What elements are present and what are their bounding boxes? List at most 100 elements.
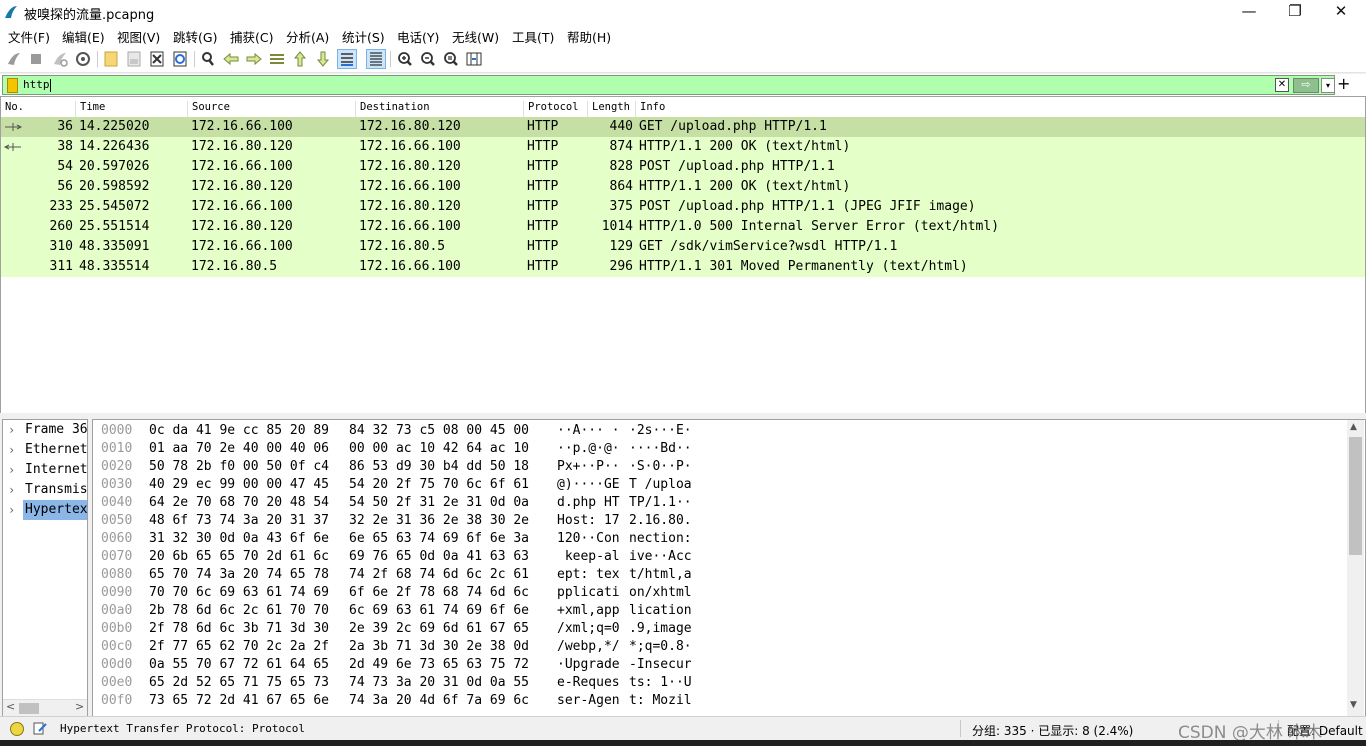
packet-row[interactable]: 56 20.598592 172.16.80.120 172.16.66.100 HTT… (1, 177, 1365, 197)
scroll-right-icon[interactable]: > (75, 700, 84, 713)
hex-row[interactable]: 0080 65 70 74 3a 20 74 65 78 74 2f 68 74 6… (93, 566, 1343, 584)
cell-info: GET /sdk/vimService?wsdl HTTP/1.1 (639, 239, 898, 254)
hex-row[interactable]: 00b0 2f 78 6d 6c 3b 71 3d 30 2e 39 2c 69 6… (93, 620, 1343, 638)
restart-capture-icon[interactable] (51, 50, 69, 68)
hex-row[interactable]: 0010 01 aa 70 2e 40 00 40 06 00 00 ac 10 4… (93, 440, 1343, 458)
close-file-icon[interactable] (148, 50, 166, 68)
menu-help[interactable]: 帮助(H) (567, 27, 611, 46)
zoom-normal-icon[interactable] (442, 50, 460, 68)
hex-row[interactable]: 00d0 0a 55 70 67 72 61 64 65 2d 49 6e 73 6… (93, 656, 1343, 674)
packet-row[interactable]: 260 25.551514 172.16.80.120 172.16.66.100 HT… (1, 217, 1365, 237)
tree-item-internet[interactable]: › Internet (3, 460, 87, 480)
packet-list[interactable]: No. Time Source Destination Protocol Len… (0, 96, 1366, 414)
hex-row[interactable]: 0070 20 6b 65 65 70 2d 61 6c 69 76 65 0d 0… (93, 548, 1343, 566)
column-destination[interactable]: Destination (355, 101, 430, 117)
column-protocol[interactable]: Protocol (523, 101, 579, 117)
expand-arrow-icon[interactable]: › (8, 480, 15, 500)
save-file-icon[interactable] (125, 50, 143, 68)
packet-bytes-pane[interactable]: 0000 0c da 41 9e cc 85 20 89 84 32 73 c5 0… (92, 419, 1366, 717)
hex-row[interactable]: 00e0 65 2d 52 65 71 75 65 73 74 73 3a 20 3… (93, 674, 1343, 692)
packet-row[interactable]: 311 48.335514 172.16.80.5 172.16.66.100 HTTP… (1, 257, 1365, 277)
resize-columns-icon[interactable] (465, 50, 483, 68)
menu-view[interactable]: 视图(V) (117, 27, 160, 46)
menu-wireless[interactable]: 无线(W) (452, 27, 499, 46)
capture-comment-icon[interactable] (33, 721, 47, 735)
display-filter-text[interactable]: http (23, 77, 51, 93)
hex-row[interactable]: 00f0 73 65 72 2d 41 67 65 6e 74 3a 20 4d 6… (93, 692, 1343, 710)
find-packet-icon[interactable] (199, 50, 217, 68)
tree-item-hypertext[interactable]: › Hypertex (3, 500, 87, 520)
clear-filter-icon[interactable]: ✕ (1275, 78, 1289, 92)
open-file-icon[interactable] (102, 50, 120, 68)
go-to-packet-icon[interactable] (268, 50, 286, 68)
filter-bookmark-icon[interactable] (7, 78, 18, 93)
menu-edit[interactable]: 编辑(E) (62, 27, 105, 46)
scroll-down-icon[interactable]: ▼ (1350, 700, 1357, 710)
close-button[interactable]: ✕ (1318, 0, 1364, 24)
menu-analyze[interactable]: 分析(A) (286, 27, 329, 46)
packet-row[interactable]: 310 48.335091 172.16.66.100 172.16.80.5 HTTP… (1, 237, 1365, 257)
hex-row[interactable]: 0040 64 2e 70 68 70 20 48 54 54 50 2f 31 2… (93, 494, 1343, 512)
scroll-up-icon[interactable]: ▲ (1350, 422, 1357, 432)
packet-row[interactable]: 233 25.545072 172.16.66.100 172.16.80.120 HT… (1, 197, 1365, 217)
bytes-vertical-scrollbar[interactable]: ▲ ▼ (1347, 420, 1364, 716)
maximize-button[interactable]: ❐ (1272, 0, 1318, 24)
tree-horizontal-scrollbar[interactable]: < > (3, 699, 87, 716)
packet-row[interactable]: 36 14.225020 172.16.66.100 172.16.80.120 HTT… (1, 117, 1365, 137)
scroll-left-icon[interactable]: < (6, 700, 15, 713)
hex-row[interactable]: 00a0 2b 78 6d 6c 2c 61 70 70 6c 69 63 61 7… (93, 602, 1343, 620)
zoom-in-icon[interactable] (396, 50, 414, 68)
column-time[interactable]: Time (75, 101, 105, 117)
expand-arrow-icon[interactable]: › (8, 440, 15, 460)
tree-item-transmission[interactable]: › Transmis (3, 480, 87, 500)
menu-go[interactable]: 跳转(G) (173, 27, 217, 46)
cell-destination: 172.16.66.100 (359, 219, 461, 234)
hex-row[interactable]: 00c0 2f 77 65 62 70 2c 2a 2f 2a 3b 71 3d 3… (93, 638, 1343, 656)
packet-row[interactable]: 38 14.226436 172.16.80.120 172.16.66.100 HTT… (1, 137, 1365, 157)
menu-telephony[interactable]: 电话(Y) (397, 27, 439, 46)
menu-file[interactable]: 文件(F) (8, 27, 50, 46)
expand-arrow-icon[interactable]: › (8, 500, 15, 520)
filter-history-dropdown[interactable]: ▾ (1321, 78, 1335, 93)
stop-capture-icon[interactable] (27, 50, 45, 68)
autoscroll-icon[interactable] (337, 49, 357, 69)
display-filter-input[interactable]: http ✕ ⇨ ▾ (2, 75, 1335, 95)
tree-item-ethernet[interactable]: › Ethernet (3, 440, 87, 460)
expert-info-icon[interactable] (10, 722, 24, 736)
menu-bar: 文件(F) 编辑(E) 视图(V) 跳转(G) 捕获(C) 分析(A) 统计(S… (0, 24, 1366, 46)
go-forward-icon[interactable] (245, 50, 263, 68)
go-first-icon[interactable] (291, 50, 309, 68)
hex-row[interactable]: 0090 70 70 6c 69 63 61 74 69 6f 6e 2f 78 6… (93, 584, 1343, 602)
column-no[interactable]: No. (1, 101, 24, 117)
cell-info: HTTP/1.1 301 Moved Permanently (text/htm… (639, 259, 968, 274)
start-capture-icon[interactable] (5, 50, 23, 68)
column-source[interactable]: Source (187, 101, 230, 117)
expand-arrow-icon[interactable]: › (8, 420, 15, 440)
colorize-icon[interactable] (366, 49, 386, 69)
add-filter-button[interactable]: + (1337, 75, 1350, 93)
expand-arrow-icon[interactable]: › (8, 460, 15, 480)
go-back-icon[interactable] (222, 50, 240, 68)
hex-row[interactable]: 0050 48 6f 73 74 3a 20 31 37 32 2e 31 36 2… (93, 512, 1343, 530)
apply-filter-icon[interactable]: ⇨ (1293, 78, 1319, 93)
packet-details-tree[interactable]: › Frame 36 › Ethernet › Internet › Transmis … (2, 419, 88, 717)
capture-options-icon[interactable] (74, 50, 92, 68)
go-last-icon[interactable] (314, 50, 332, 68)
menu-statistics[interactable]: 统计(S) (342, 27, 385, 46)
hex-row[interactable]: 0020 50 78 2b f0 00 50 0f c4 86 53 d9 30 b… (93, 458, 1343, 476)
column-length[interactable]: Length (587, 101, 630, 117)
hex-row[interactable]: 0030 40 29 ec 99 00 00 47 45 54 20 2f 75 7… (93, 476, 1343, 494)
zoom-out-icon[interactable] (419, 50, 437, 68)
menu-capture[interactable]: 捕获(C) (230, 27, 273, 46)
hex-row[interactable]: 0000 0c da 41 9e cc 85 20 89 84 32 73 c5 0… (93, 422, 1343, 440)
packet-row[interactable]: 54 20.597026 172.16.66.100 172.16.80.120 HTT… (1, 157, 1365, 177)
column-info[interactable]: Info (635, 101, 665, 117)
scrollbar-thumb[interactable] (19, 703, 39, 714)
menu-tools[interactable]: 工具(T) (512, 27, 554, 46)
hex-row[interactable]: 0060 31 32 30 0d 0a 43 6f 6e 6e 65 63 74 6… (93, 530, 1343, 548)
minimize-button[interactable]: — (1226, 0, 1272, 24)
scrollbar-thumb[interactable] (1349, 437, 1362, 555)
hex-bytes: 69 76 65 0d 0a 41 63 63 (349, 549, 530, 564)
reload-file-icon[interactable] (171, 50, 189, 68)
tree-item-frame[interactable]: › Frame 36 (3, 420, 87, 440)
